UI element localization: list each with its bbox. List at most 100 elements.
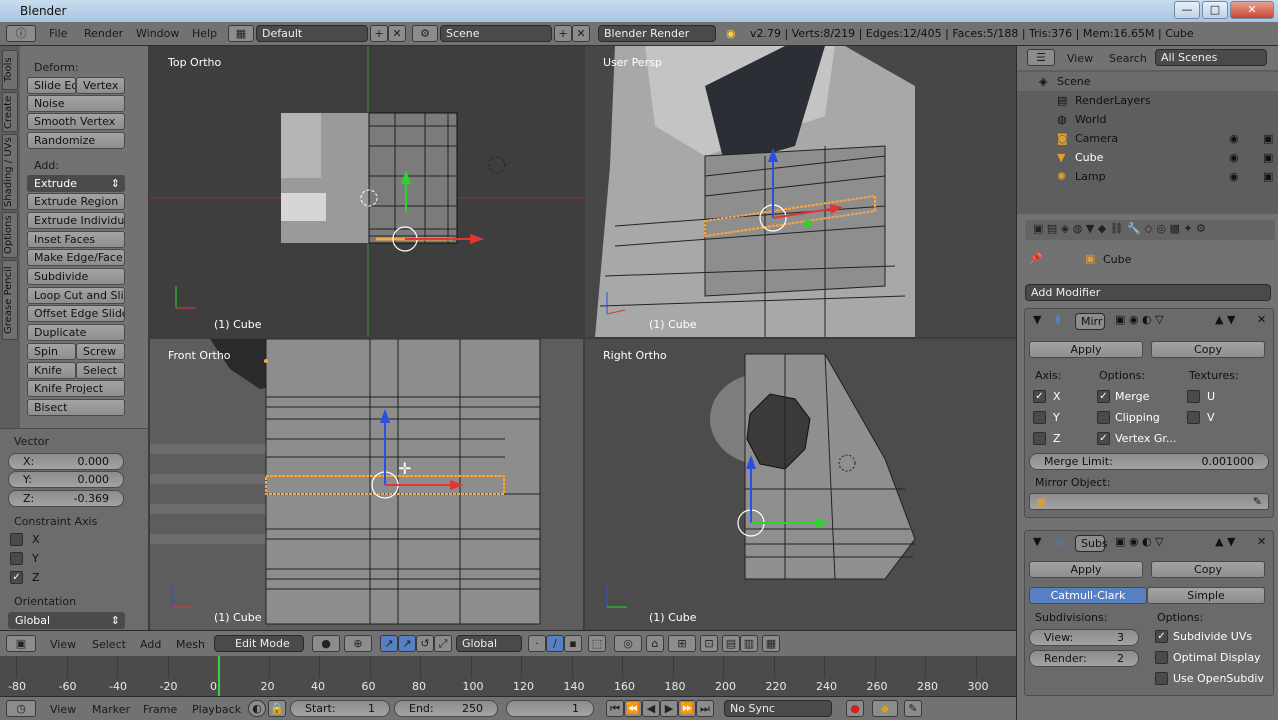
optimal-display-checkbox[interactable]: [1155, 651, 1168, 664]
jump-start-icon[interactable]: ⏮: [606, 700, 624, 717]
eyedropper-icon[interactable]: ✎: [1253, 494, 1262, 509]
eye-icon[interactable]: ◉: [1229, 170, 1239, 183]
add-modifier-dropdown[interactable]: Add Modifier: [1025, 284, 1271, 301]
timeline-playhead[interactable]: [218, 656, 220, 696]
scene-icon[interactable]: ⚙: [412, 25, 438, 42]
menu-frame[interactable]: Frame: [143, 703, 177, 716]
axis-z-checkbox[interactable]: [1033, 432, 1046, 445]
eye-icon[interactable]: ◉: [1229, 151, 1239, 164]
randomize-button[interactable]: Randomize: [27, 132, 125, 149]
texture-v-checkbox[interactable]: [1187, 411, 1200, 424]
tab-options[interactable]: Options: [2, 212, 18, 258]
remove-modifier-icon[interactable]: ✕: [1257, 313, 1266, 326]
current-frame-field[interactable]: 1: [506, 700, 594, 717]
orientation-dropdown[interactable]: Global ⇕: [8, 612, 125, 629]
outliner-row-world[interactable]: ◍ World: [1017, 110, 1278, 129]
translate-icon[interactable]: ↗: [398, 635, 416, 652]
constraint-x-checkbox[interactable]: [10, 533, 23, 546]
render-engine-selector[interactable]: Blender Render: [598, 25, 716, 42]
face-select-icon[interactable]: ▪: [564, 635, 582, 652]
clock-icon[interactable]: ◷: [6, 700, 36, 717]
outliner-row-renderlayers[interactable]: ▤ RenderLayers: [1017, 91, 1278, 110]
knife-project-button[interactable]: Knife Project: [27, 380, 125, 397]
record-icon[interactable]: ●: [846, 700, 864, 717]
bisect-button[interactable]: Bisect: [27, 399, 125, 416]
offset-edge-slide-button[interactable]: Offset Edge Slide: [27, 305, 125, 322]
snap-icon[interactable]: ⌂: [646, 635, 664, 652]
opengl-render-icon[interactable]: ▥: [740, 635, 758, 652]
manipulator-icon[interactable]: ↗: [380, 635, 398, 652]
layout-grid-icon[interactable]: ▦: [228, 25, 254, 42]
keyframe-icon[interactable]: ✎: [904, 700, 922, 717]
editor-type-cube-icon[interactable]: ▣: [6, 635, 36, 652]
outliner-row-camera[interactable]: ◙ Camera ◉ ▣: [1017, 129, 1278, 148]
mirror-copy-button[interactable]: Copy: [1151, 341, 1265, 358]
menu-playback[interactable]: Playback: [192, 703, 241, 716]
pin-icon[interactable]: 📌: [1029, 252, 1043, 265]
tab-shading-uvs[interactable]: Shading / UVs: [2, 134, 18, 210]
menu-file[interactable]: File: [49, 27, 67, 40]
menu-window[interactable]: Window: [136, 27, 179, 40]
subsurf-name-field[interactable]: Subs: [1075, 535, 1108, 552]
occlude-icon[interactable]: ⬚: [588, 635, 606, 652]
select-button[interactable]: Select: [76, 362, 125, 379]
pivot-point-icon[interactable]: ⊕: [344, 635, 372, 652]
subsurf-apply-button[interactable]: Apply: [1029, 561, 1143, 578]
mode-selector[interactable]: Edit Mode: [214, 635, 304, 652]
tab-tools[interactable]: Tools: [2, 50, 18, 90]
remove-scene-icon[interactable]: ✕: [572, 25, 590, 42]
mirror-apply-button[interactable]: Apply: [1029, 341, 1143, 358]
menu-help[interactable]: Help: [192, 27, 217, 40]
mirror-name-field[interactable]: Mirr: [1075, 313, 1105, 330]
constraint-z-checkbox[interactable]: ✓: [10, 571, 23, 584]
prev-keyframe-icon[interactable]: ⏪: [624, 700, 642, 717]
loop-cut-button[interactable]: Loop Cut and Slide: [27, 287, 125, 304]
tab-create[interactable]: Create: [2, 92, 18, 132]
spin-button[interactable]: Spin: [27, 343, 76, 360]
make-edge-face-button[interactable]: Make Edge/Face: [27, 249, 125, 266]
move-updown-icons[interactable]: ▲ ▼: [1215, 535, 1235, 548]
lock-icon[interactable]: 🔒: [268, 700, 286, 717]
viewport-front-ortho[interactable]: ✛ Front Ortho (1) Cube: [150, 339, 583, 630]
next-keyframe-icon[interactable]: ⏩: [678, 700, 696, 717]
modifier-display-icons[interactable]: ▣ ◉ ◐ ▽: [1115, 535, 1164, 548]
knife-button[interactable]: Knife: [27, 362, 76, 379]
timeline[interactable]: -80 -60 -40 -20 0 20 40 60 80 100 120 140 160 180 200 2…: [0, 656, 1016, 696]
collapse-arrow-icon[interactable]: ▼: [1033, 535, 1041, 548]
outliner-display-mode[interactable]: All Scenes: [1155, 49, 1267, 66]
viewport-top-ortho[interactable]: Top Ortho (1) Cube: [150, 46, 583, 337]
subdivide-uvs-checkbox[interactable]: ✓: [1155, 630, 1168, 643]
snap-element-icon[interactable]: ⊞: [668, 635, 696, 652]
viewport-user-persp[interactable]: User Persp (1) Cube: [585, 46, 1016, 337]
merge-checkbox[interactable]: ✓: [1097, 390, 1110, 403]
remove-layout-icon[interactable]: ✕: [388, 25, 406, 42]
jump-end-icon[interactable]: ⏭: [696, 700, 714, 717]
layout-selector[interactable]: Default: [256, 25, 368, 42]
properties-context-tabs[interactable]: ▣ ▤ ◈ ◍ ▼ ◆ ⛓ 🔧 ◇ ◎ ▩ ✦ ⚙: [1025, 220, 1275, 240]
menu-marker[interactable]: Marker: [92, 703, 130, 716]
edge-select-icon[interactable]: /: [546, 635, 564, 652]
outliner-row-cube[interactable]: ▼ Cube ◉ ▣: [1017, 148, 1278, 167]
add-scene-icon[interactable]: +: [554, 25, 572, 42]
subdivide-button[interactable]: Subdivide: [27, 268, 125, 285]
remove-modifier-icon[interactable]: ✕: [1257, 535, 1266, 548]
move-updown-icons[interactable]: ▲ ▼: [1215, 313, 1235, 326]
subdiv-view-field[interactable]: View: 3: [1029, 629, 1139, 646]
menu-render[interactable]: Render: [84, 27, 123, 40]
keying-set-icon[interactable]: ◆: [872, 700, 898, 717]
texture-u-checkbox[interactable]: [1187, 390, 1200, 403]
clipping-checkbox[interactable]: [1097, 411, 1110, 424]
outliner-search-menu[interactable]: Search: [1109, 52, 1147, 65]
simple-toggle[interactable]: Simple: [1147, 587, 1265, 604]
end-frame-field[interactable]: End: 250: [394, 700, 498, 717]
rotate-icon[interactable]: ↺: [416, 635, 434, 652]
vector-z-field[interactable]: Z: -0.369: [8, 490, 124, 507]
vertex-select-icon[interactable]: ·: [528, 635, 546, 652]
merge-limit-field[interactable]: Merge Limit: 0.001000: [1029, 453, 1269, 470]
outliner-view-menu[interactable]: View: [1067, 52, 1093, 65]
inset-faces-button[interactable]: Inset Faces: [27, 231, 125, 248]
use-opensubdiv-checkbox[interactable]: [1155, 672, 1168, 685]
axis-x-checkbox[interactable]: ✓: [1033, 390, 1046, 403]
play-reverse-icon[interactable]: ◀: [642, 700, 660, 717]
slide-edge-button[interactable]: Slide Ed: [27, 77, 76, 94]
